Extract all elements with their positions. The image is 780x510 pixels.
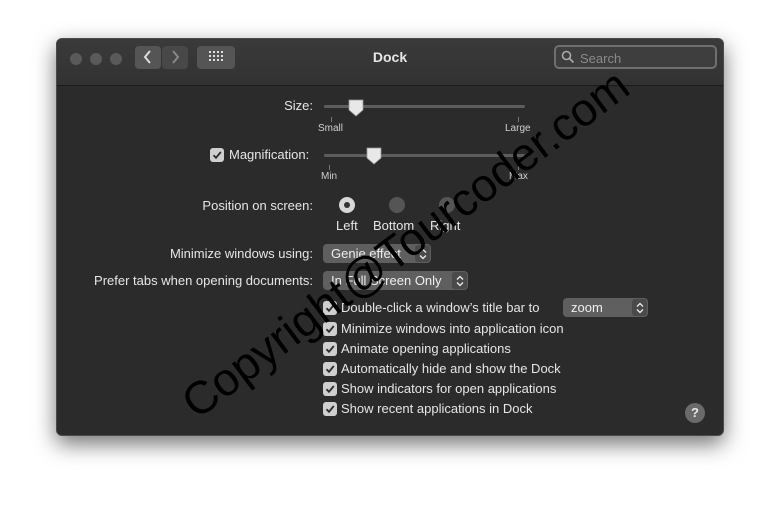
size-tick-max — [518, 117, 519, 122]
search-icon — [561, 50, 575, 64]
checkmark-icon — [325, 405, 335, 414]
size-slider-thumb[interactable] — [348, 99, 364, 117]
double-click-checkbox[interactable] — [323, 301, 337, 315]
magnification-slider-track[interactable] — [324, 154, 525, 157]
checkmark-icon — [325, 304, 335, 313]
updown-arrows-icon — [452, 272, 467, 289]
option-checkbox[interactable] — [323, 342, 337, 356]
position-bottom-label: Bottom — [373, 218, 415, 233]
minimize-effect-value: Genie effect — [331, 246, 401, 261]
updown-arrows-icon — [415, 245, 430, 262]
prefer-tabs-label: Prefer tabs when opening documents: — [94, 273, 313, 288]
magnification-tick-min — [329, 165, 330, 170]
position-left-radio[interactable] — [339, 197, 355, 213]
minimize-effect-popup[interactable]: Genie effect — [323, 244, 431, 263]
position-label: Position on screen: — [202, 198, 313, 213]
double-click-action-popup[interactable]: zoom — [563, 298, 648, 317]
title-bar: Dock — [57, 39, 723, 86]
size-tick-min — [331, 117, 332, 122]
prefer-tabs-popup[interactable]: In Full Screen Only — [323, 271, 468, 290]
option-checkbox[interactable] — [323, 402, 337, 416]
position-bottom-radio[interactable] — [389, 197, 405, 213]
magnification-label: Magnification: — [229, 147, 310, 162]
option-label: Minimize windows into application icon — [341, 321, 564, 336]
size-min-label: Small — [318, 123, 344, 134]
double-click-action-value: zoom — [571, 300, 603, 315]
position-right-label: Right — [430, 218, 461, 233]
option-checkbox[interactable] — [323, 322, 337, 336]
dock-preferences-window: Dock Size: Small Large Magnification: Mi… — [56, 38, 724, 436]
checkmark-icon — [325, 345, 335, 354]
double-click-label: Double-click a window’s title bar to — [341, 300, 540, 315]
magnification-min-label: Min — [321, 171, 338, 182]
checkmark-icon — [325, 325, 335, 334]
position-left-label: Left — [336, 218, 358, 233]
magnification-tick-max — [518, 165, 519, 170]
checkmark-icon — [325, 365, 335, 374]
search-input[interactable] — [578, 48, 712, 68]
size-max-label: Large — [505, 123, 531, 134]
magnification-slider-thumb[interactable] — [366, 147, 382, 165]
size-label: Size: — [284, 98, 313, 113]
option-label: Automatically hide and show the Dock — [341, 361, 561, 376]
magnification-checkbox[interactable] — [210, 148, 224, 162]
option-checkbox[interactable] — [323, 382, 337, 396]
prefer-tabs-value: In Full Screen Only — [331, 273, 442, 288]
search-field[interactable] — [554, 45, 717, 69]
updown-arrows-icon — [632, 299, 647, 316]
checkmark-icon — [212, 151, 222, 160]
option-label: Show recent applications in Dock — [341, 401, 533, 416]
checkmark-icon — [325, 385, 335, 394]
position-right-radio[interactable] — [439, 197, 455, 213]
magnification-max-label: Max — [509, 171, 528, 182]
help-button[interactable]: ? — [685, 403, 705, 423]
option-checkbox[interactable] — [323, 362, 337, 376]
minimize-using-label: Minimize windows using: — [169, 246, 313, 261]
option-label: Show indicators for open applications — [341, 381, 557, 396]
option-label: Animate opening applications — [341, 341, 511, 356]
